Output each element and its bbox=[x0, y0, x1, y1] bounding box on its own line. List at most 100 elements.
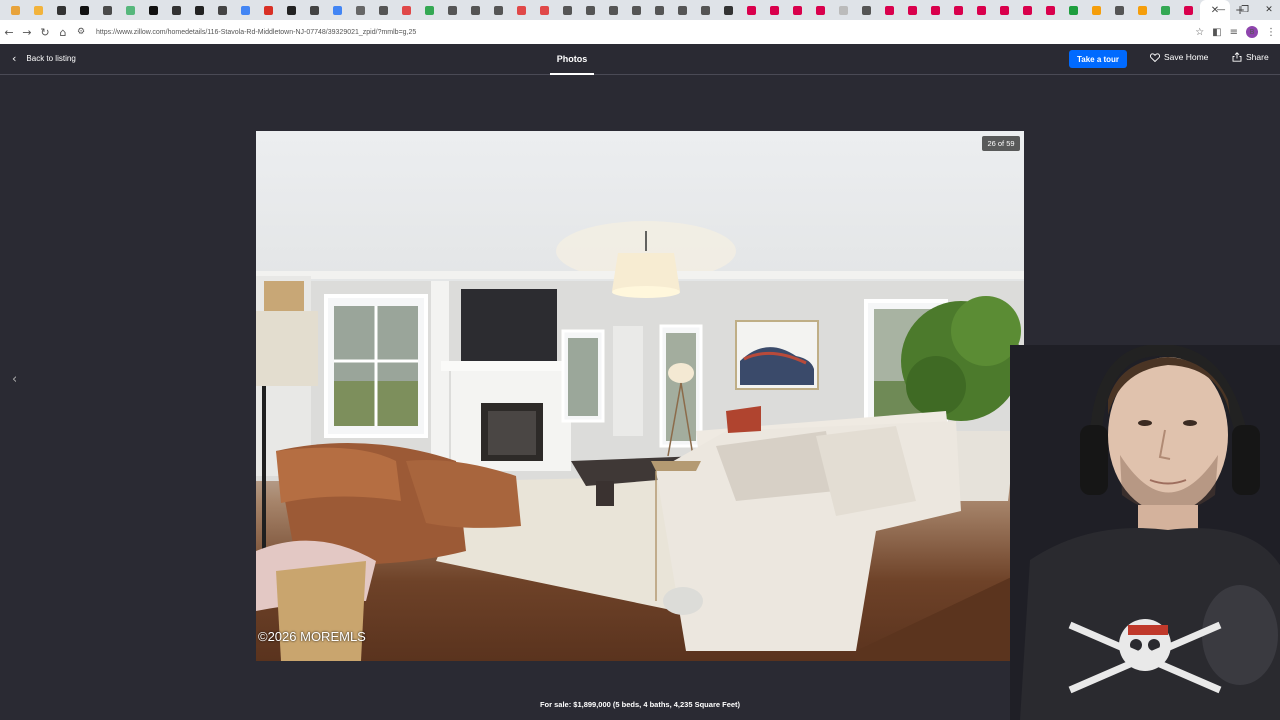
tab-favicon-icon bbox=[724, 5, 733, 15]
browser-tab[interactable] bbox=[947, 0, 970, 20]
profile-avatar[interactable]: B bbox=[1246, 26, 1258, 38]
tab-favicon-icon bbox=[563, 5, 572, 15]
tab-favicon-icon bbox=[172, 5, 181, 15]
browser-tab[interactable] bbox=[1039, 0, 1062, 20]
save-home-label: Save Home bbox=[1164, 52, 1209, 62]
browser-tab[interactable] bbox=[487, 0, 510, 20]
browser-tab[interactable] bbox=[763, 0, 786, 20]
browser-tab[interactable] bbox=[165, 0, 188, 20]
browser-tab[interactable] bbox=[119, 0, 142, 20]
browser-tab[interactable] bbox=[602, 0, 625, 20]
browser-tab[interactable] bbox=[924, 0, 947, 20]
site-settings-icon[interactable]: ⚙ bbox=[72, 20, 90, 44]
browser-tab[interactable] bbox=[510, 0, 533, 20]
chevron-left-icon: ‹ bbox=[12, 52, 17, 65]
tab-favicon-icon bbox=[747, 5, 756, 15]
browser-tab[interactable] bbox=[533, 0, 556, 20]
back-arrow-icon[interactable]: ← bbox=[0, 20, 18, 44]
reload-icon[interactable]: ↻ bbox=[36, 20, 54, 44]
tab-favicon-icon bbox=[448, 5, 457, 15]
browser-tab[interactable] bbox=[326, 0, 349, 20]
tab-favicon-icon bbox=[1138, 5, 1147, 15]
browser-tab[interactable] bbox=[349, 0, 372, 20]
browser-tab[interactable] bbox=[901, 0, 924, 20]
save-home-button[interactable]: Save Home bbox=[1150, 52, 1208, 62]
browser-tab[interactable] bbox=[1177, 0, 1200, 20]
extensions-icon[interactable]: ◧ bbox=[1212, 27, 1221, 38]
tab-favicon-icon bbox=[264, 5, 273, 15]
tab-favicon-icon bbox=[701, 5, 710, 15]
browser-tab[interactable] bbox=[50, 0, 73, 20]
browser-tab[interactable] bbox=[257, 0, 280, 20]
browser-tab-strip: ✕ + bbox=[0, 0, 1280, 20]
browser-tab[interactable] bbox=[993, 0, 1016, 20]
browser-tab[interactable] bbox=[740, 0, 763, 20]
browser-tab[interactable] bbox=[234, 0, 257, 20]
browser-tab[interactable] bbox=[1108, 0, 1131, 20]
photo-watermark: ©2026 MOREMLS bbox=[258, 629, 366, 644]
tab-search-icon[interactable]: ≡ bbox=[1230, 27, 1238, 38]
bookmark-star-icon[interactable]: ☆ bbox=[1195, 27, 1204, 38]
browser-tab[interactable] bbox=[786, 0, 809, 20]
browser-tab[interactable] bbox=[1085, 0, 1108, 20]
browser-tab[interactable] bbox=[395, 0, 418, 20]
back-to-listing-link[interactable]: ‹ Back to listing bbox=[12, 52, 76, 65]
browser-tab[interactable] bbox=[625, 0, 648, 20]
browser-tab[interactable] bbox=[970, 0, 993, 20]
browser-tab[interactable] bbox=[211, 0, 234, 20]
browser-tab[interactable] bbox=[832, 0, 855, 20]
browser-tab[interactable] bbox=[73, 0, 96, 20]
menu-icon[interactable]: ⋮ bbox=[1266, 27, 1276, 38]
tab-favicon-icon bbox=[126, 5, 135, 15]
tab-favicon-icon bbox=[609, 5, 618, 15]
tab-favicon-icon bbox=[218, 5, 227, 15]
browser-tab[interactable] bbox=[694, 0, 717, 20]
browser-tab[interactable] bbox=[855, 0, 878, 20]
browser-tab[interactable] bbox=[579, 0, 602, 20]
tab-favicon-icon bbox=[356, 5, 365, 15]
browser-tab[interactable] bbox=[1016, 0, 1039, 20]
home-icon[interactable]: ⌂ bbox=[54, 20, 72, 44]
share-button[interactable]: Share bbox=[1232, 52, 1269, 62]
browser-tab[interactable] bbox=[441, 0, 464, 20]
url-text[interactable]: https://www.zillow.com/homedetails/116-S… bbox=[96, 29, 416, 36]
webcam-overlay bbox=[1010, 345, 1280, 720]
tab-favicon-icon bbox=[333, 5, 342, 15]
tab-favicon-icon bbox=[241, 5, 250, 15]
tab-favicon-icon bbox=[540, 5, 549, 15]
browser-tab[interactable] bbox=[1062, 0, 1085, 20]
browser-tab[interactable] bbox=[27, 0, 50, 20]
browser-tab[interactable] bbox=[464, 0, 487, 20]
browser-tab[interactable] bbox=[4, 0, 27, 20]
tab-favicon-icon bbox=[287, 5, 296, 15]
browser-tab[interactable] bbox=[142, 0, 165, 20]
listing-photo bbox=[256, 131, 1024, 661]
tab-favicon-icon bbox=[908, 5, 917, 15]
browser-tab[interactable] bbox=[878, 0, 901, 20]
take-a-tour-button[interactable]: Take a tour bbox=[1069, 50, 1127, 68]
forward-arrow-icon[interactable]: → bbox=[18, 20, 36, 44]
minimize-icon[interactable]: — bbox=[1210, 0, 1232, 20]
maximize-icon[interactable]: ❐ bbox=[1234, 0, 1256, 20]
tab-favicon-icon bbox=[977, 5, 986, 15]
tab-photos[interactable]: Photos bbox=[550, 44, 594, 75]
browser-tab[interactable] bbox=[372, 0, 395, 20]
browser-tab[interactable] bbox=[648, 0, 671, 20]
browser-tab[interactable] bbox=[418, 0, 441, 20]
browser-tab[interactable] bbox=[188, 0, 211, 20]
browser-tab[interactable] bbox=[280, 0, 303, 20]
tab-favicon-icon bbox=[885, 5, 894, 15]
close-window-icon[interactable]: ✕ bbox=[1258, 0, 1280, 20]
browser-tab[interactable] bbox=[671, 0, 694, 20]
browser-tab[interactable] bbox=[303, 0, 326, 20]
browser-tab[interactable] bbox=[1154, 0, 1177, 20]
browser-tab[interactable] bbox=[96, 0, 119, 20]
browser-tab[interactable] bbox=[556, 0, 579, 20]
tab-favicon-icon bbox=[655, 5, 664, 15]
browser-tab[interactable] bbox=[1131, 0, 1154, 20]
tab-favicon-icon bbox=[379, 5, 388, 15]
browser-tab[interactable] bbox=[809, 0, 832, 20]
browser-tab[interactable] bbox=[717, 0, 740, 20]
previous-photo-arrow-icon[interactable]: ‹ bbox=[12, 372, 17, 387]
tab-favicon-icon bbox=[80, 5, 89, 15]
